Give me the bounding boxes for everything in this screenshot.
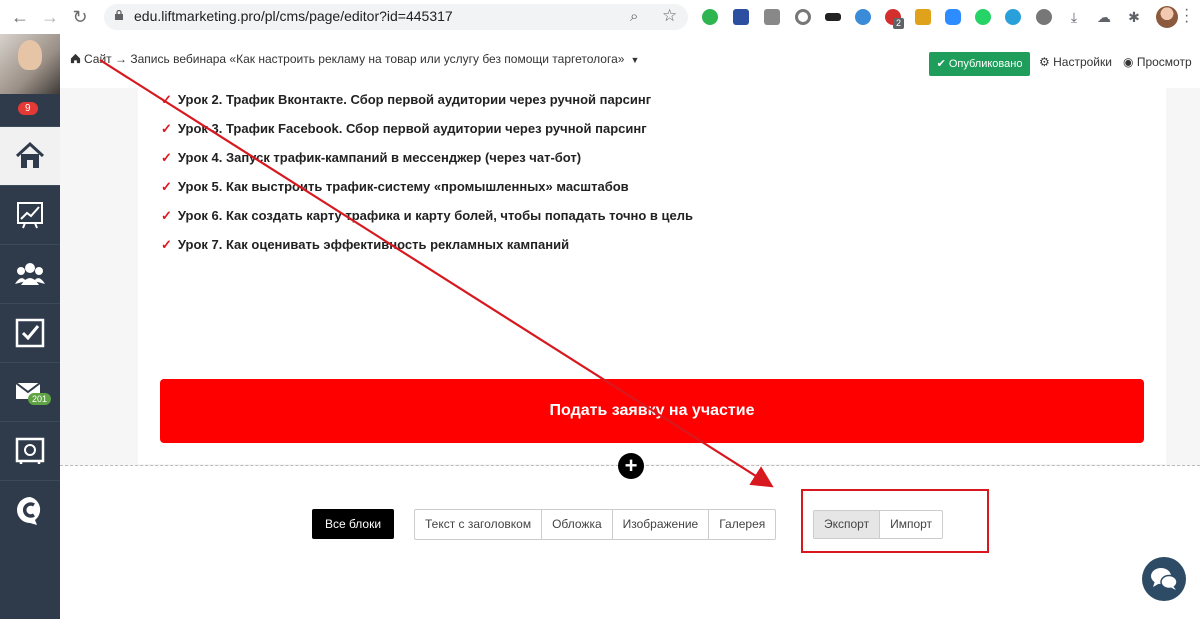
chat-bubbles-icon	[1151, 568, 1178, 590]
annotation-highlight-box	[801, 489, 989, 553]
browser-toolbar: ← → ↻ edu.liftmarketing.pro/pl/cms/page/…	[0, 0, 1200, 35]
lesson-item: ✓ Урок 6. Как создать карту трафика и кар…	[161, 208, 693, 224]
url-text: edu.liftmarketing.pro/pl/cms/page/editor…	[134, 8, 453, 24]
published-label: Опубликовано	[948, 58, 1023, 70]
extension-icon[interactable]	[795, 9, 811, 25]
preview-link[interactable]: ◉ Просмотр	[1123, 55, 1192, 69]
extension-icon[interactable]	[855, 9, 871, 25]
lesson-text: Урок 7. Как оценивать эффективность рекл…	[177, 237, 570, 252]
lesson-item: ✓ Урок 4. Запуск трафик-кампаний в мессен…	[161, 150, 581, 166]
puzzle-extensions-icon[interactable]: ✱	[1126, 9, 1142, 25]
address-bar[interactable]: edu.liftmarketing.pro/pl/cms/page/editor…	[104, 4, 688, 30]
preview-label: Просмотр	[1136, 55, 1192, 69]
sidebar-item-chat[interactable]	[0, 480, 60, 539]
lesson-item: ✓ Урок 2. Трафик Вконтакте. Сбор первой а…	[161, 92, 651, 108]
breadcrumb-site-link[interactable]: Сайт	[84, 52, 112, 66]
breadcrumb-page-title[interactable]: Запись вебинара «Как настроить рекламу н…	[130, 52, 624, 66]
settings-link[interactable]: ⚙ Настройки	[1039, 55, 1112, 69]
lesson-item: ✓ Урок 3. Трафик Facebook. Сбор первой ау…	[161, 121, 647, 137]
user-avatar[interactable]	[0, 34, 60, 94]
lesson-text: Урок 4. Запуск трафик-кампаний в мессенд…	[177, 150, 582, 165]
editor-topbar: Сайт → Запись вебинара «Как настроить ре…	[60, 34, 1200, 88]
checkmark-icon: ✓	[161, 150, 172, 165]
block-picker: Все блоки Текст с заголовком Обложка Изо…	[60, 466, 1200, 619]
checkmark-icon: ✓	[161, 237, 172, 252]
block-type-image-button[interactable]: Изображение	[611, 510, 709, 539]
extension-badge: 2	[893, 18, 905, 29]
home-icon	[15, 141, 45, 168]
published-button[interactable]: ✔ Опубликовано	[929, 52, 1030, 76]
checkbox-icon	[15, 318, 45, 348]
sidebar-item-tasks[interactable]	[0, 303, 60, 362]
lesson-text: Урок 3. Трафик Facebook. Сбор первой ауд…	[177, 121, 647, 136]
reload-icon[interactable]: ↻	[70, 7, 90, 27]
home-icon	[70, 53, 81, 64]
extension-icon[interactable]	[733, 9, 749, 25]
lesson-text: Урок 5. Как выстроить трафик-систему «пр…	[177, 179, 629, 194]
block-type-text-button[interactable]: Текст с заголовком	[415, 510, 541, 539]
eye-icon: ◉	[1123, 55, 1134, 69]
cloud-icon[interactable]: ☁	[1096, 9, 1112, 25]
block-type-cover-button[interactable]: Обложка	[541, 510, 612, 539]
users-icon	[15, 263, 45, 285]
editor-canvas: ✓ Урок 2. Трафик Вконтакте. Сбор первой а…	[60, 88, 1200, 619]
notification-badge[interactable]: 9	[18, 102, 38, 115]
back-icon[interactable]: ←	[10, 7, 30, 27]
evernote-extension-icon[interactable]	[702, 9, 718, 25]
checkmark-icon: ✓	[161, 92, 172, 107]
page-block[interactable]: ✓ Урок 2. Трафик Вконтакте. Сбор первой а…	[138, 88, 1166, 464]
sidebar-item-home[interactable]	[0, 126, 60, 185]
whatsapp-extension-icon[interactable]	[975, 9, 991, 25]
checkmark-icon: ✓	[161, 179, 172, 194]
lock-icon	[115, 10, 123, 20]
checkmark-icon: ✓	[161, 208, 172, 223]
all-blocks-button[interactable]: Все блоки	[312, 509, 394, 539]
extension-icon[interactable]	[825, 13, 841, 21]
lesson-item: ✓ Урок 5. Как выстроить трафик-систему «п…	[161, 179, 629, 195]
sidebar: 9 201	[0, 34, 60, 619]
support-chat-button[interactable]	[1142, 557, 1186, 601]
zoom-extension-icon[interactable]	[945, 9, 961, 25]
lesson-text: Урок 2. Трафик Вконтакте. Сбор первой ау…	[177, 92, 652, 107]
checkmark-icon: ✓	[161, 121, 172, 136]
more-menu-icon[interactable]: · · ·	[1184, 2, 1194, 30]
add-block-button[interactable]: +	[618, 453, 644, 479]
sidebar-item-users[interactable]	[0, 244, 60, 303]
caret-down-icon[interactable]: ▼	[630, 55, 639, 65]
telegram-extension-icon[interactable]	[1005, 9, 1021, 25]
bookmark-star-icon[interactable]: ☆	[662, 6, 677, 26]
lesson-text: Урок 6. Как создать карту трафика и карт…	[177, 208, 694, 223]
extension-icon[interactable]	[764, 9, 780, 25]
sidebar-item-statistics[interactable]	[0, 185, 60, 244]
profile-avatar[interactable]	[1156, 6, 1178, 28]
block-type-group: Текст с заголовком Обложка Изображение Г…	[414, 509, 777, 540]
safe-icon	[15, 437, 45, 464]
sidebar-item-mail[interactable]: 201	[0, 362, 60, 421]
chart-icon	[17, 202, 43, 229]
check-icon: ✔	[936, 58, 946, 70]
gear-icon: ⚙	[1039, 55, 1050, 69]
chat-logo-icon	[17, 497, 41, 525]
lesson-item: ✓ Урок 7. Как оценивать эффективность рек…	[161, 237, 569, 253]
settings-label: Настройки	[1053, 55, 1112, 69]
mail-count-badge: 201	[28, 393, 52, 405]
download-icon[interactable]: ⤓	[1066, 9, 1082, 25]
sidebar-item-safe[interactable]	[0, 421, 60, 480]
apply-button[interactable]: Подать заявку на участие	[160, 379, 1144, 443]
extension-icon[interactable]	[1036, 9, 1052, 25]
block-type-gallery-button[interactable]: Галерея	[708, 510, 775, 539]
forward-icon[interactable]: →	[40, 7, 60, 27]
extension-icon[interactable]	[915, 9, 931, 25]
zoom-search-icon[interactable]: ⌕	[630, 8, 638, 25]
breadcrumb-separator: →	[115, 52, 128, 66]
breadcrumb: Сайт → Запись вебинара «Как настроить ре…	[70, 52, 639, 66]
